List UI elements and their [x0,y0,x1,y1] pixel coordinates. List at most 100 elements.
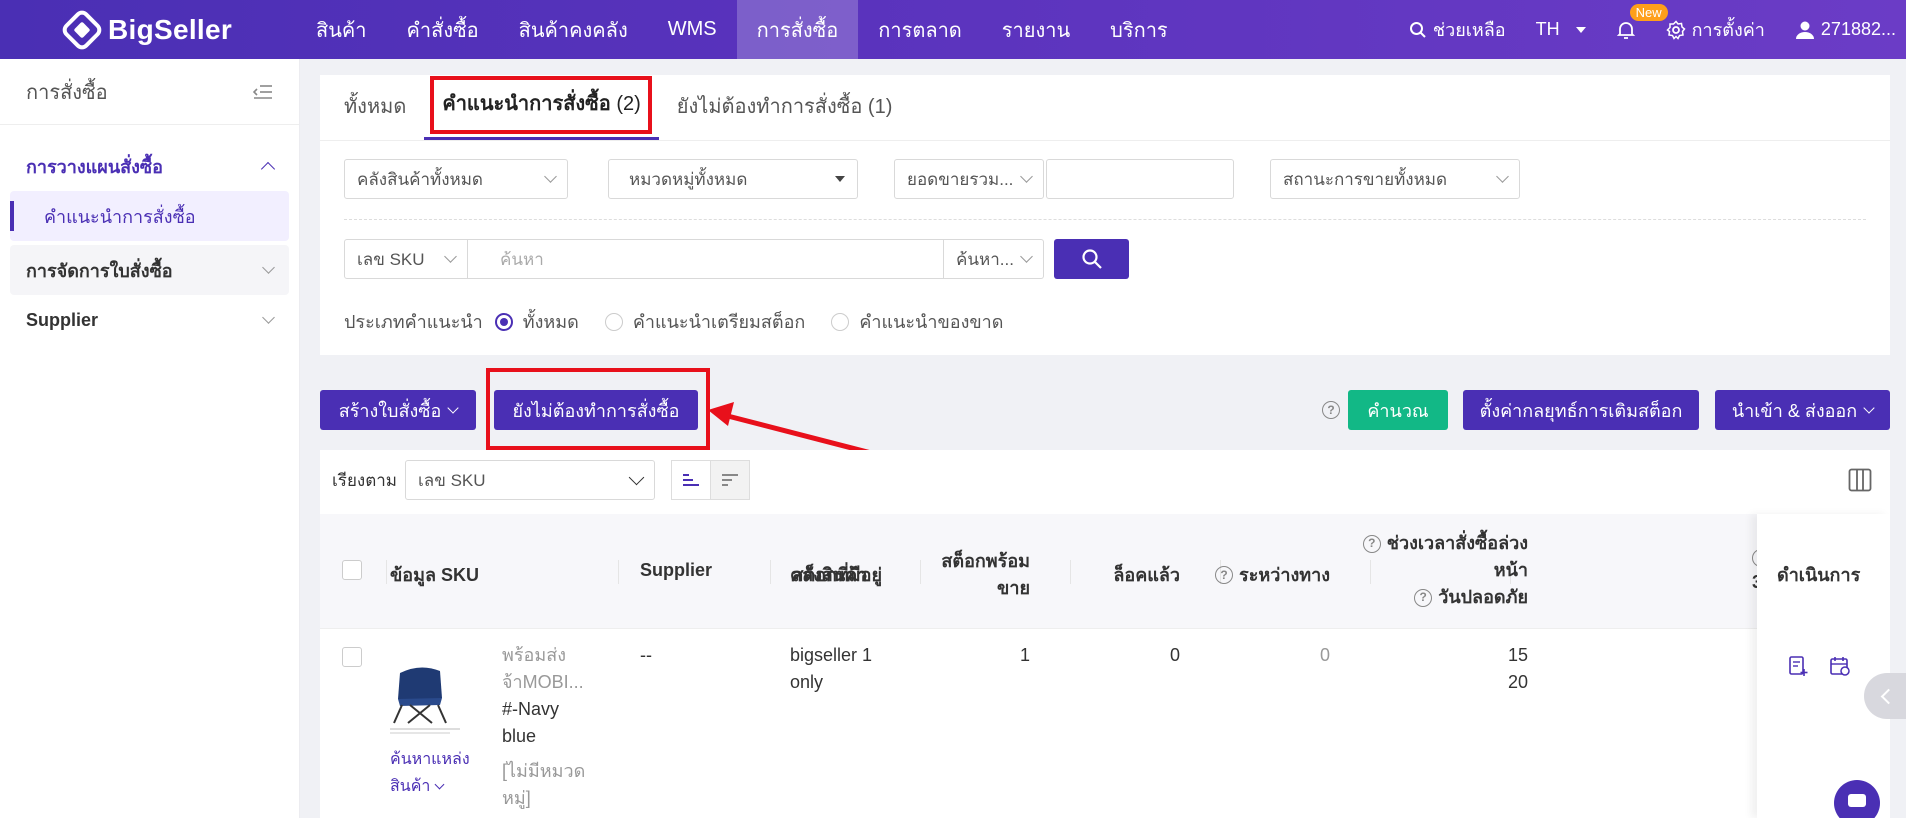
search-input[interactable]: ค้นหา [468,239,944,279]
calendar-settings-icon[interactable] [1829,655,1851,677]
chevron-down-icon [628,469,645,486]
radio-all[interactable]: ทั้งหมด [494,307,579,336]
user-menu[interactable]: 271882... [1795,19,1896,40]
link-line: ค้นหาแหล่ง [390,751,470,768]
no-order-needed-button[interactable]: ยังไม่ต้องทำการสั่งซื้อ [494,390,698,430]
radio-out-of-stock[interactable]: คำแนะนำของขาด [831,307,1003,336]
radio-restock[interactable]: คำแนะนำเตรียมสต็อก [604,307,805,336]
nav-marketing[interactable]: การตลาด [858,0,982,59]
caret-down-icon [1575,26,1586,33]
cell-warehouse: bigseller only [790,642,857,696]
sales-total-input[interactable] [1046,159,1234,199]
column-separator [1070,560,1071,584]
sidebar-group-po-management[interactable]: การจัดการใบสั่งซื้อ [10,245,289,295]
sort-desc-icon [722,474,738,486]
chevron-down-icon [262,261,275,274]
warehouse-filter-value: คลังสินค้าทั้งหมด [357,169,483,189]
help-icon[interactable]: ? [1322,401,1340,419]
sort-descending-button[interactable] [710,460,750,500]
language-select[interactable]: TH [1536,19,1586,40]
cell-in-transit[interactable]: 0 [1320,642,1330,669]
tab-all[interactable]: ทั้งหมด [344,90,424,140]
search-button[interactable] [1054,239,1129,279]
product-title[interactable]: พร้อมส่ง จ้าMOBI... #-Navy blue [ไม่มีหม… [502,642,585,812]
caret-down-icon [835,176,845,182]
create-order-icon[interactable] [1787,655,1809,677]
chat-button[interactable] [1834,780,1880,818]
logo-icon [59,6,105,53]
sales-total-select[interactable]: ยอดขายรวม... [894,159,1044,199]
column-settings-icon[interactable] [1848,468,1872,492]
import-export-button[interactable]: นำเข้า & ส่งออก [1715,390,1890,430]
sort-select[interactable]: เลข SKU [405,460,655,500]
calculate-button[interactable]: คำนวณ [1348,390,1448,430]
no-order-needed-label: ยังไม่ต้องทำการสั่งซื้อ [512,400,680,421]
product-image[interactable] [370,643,470,743]
sidebar-group-supplier[interactable]: Supplier [0,295,299,345]
sales-total-value: ยอดขายรวม... [907,169,1014,189]
help-icon[interactable]: ? [1215,565,1234,584]
category-filter[interactable]: หมวดหมู่ทั้งหมด [608,159,858,199]
radio-label: ทั้งหมด [522,312,579,332]
notification-button[interactable]: New [1616,3,1668,40]
sidebar-item-purchase-recommendation[interactable]: คำแนะนำการสั่งซื้อ [10,191,289,241]
column-separator [386,560,387,584]
find-source-link[interactable]: ค้นหาแหล่ง สินค้า [390,746,470,800]
tab-recommendation[interactable]: คำแนะนำการสั่งซื้อ (2) [424,87,659,140]
restock-strategy-label: ตั้งค่ากลยุทธ์การเติมสต็อก [1479,400,1683,421]
chevron-down-icon [434,779,445,790]
help-link[interactable]: ช่วยเหลือ [1409,15,1506,44]
header-actions: ดำเนินการ [1777,565,1861,585]
nav-inventory[interactable]: สินค้าคงคลัง [499,0,648,59]
row-checkbox[interactable] [342,647,362,667]
nav-wms[interactable]: WMS [648,0,737,59]
radio-button[interactable] [604,312,623,331]
cell-line: 15 [1507,645,1528,665]
chevron-down-icon [1496,170,1509,183]
tab-count: (2) [616,93,641,115]
radio-button-checked[interactable] [494,312,513,331]
restock-strategy-button[interactable]: ตั้งค่ากลยุทธ์การเติมสต็อก [1463,390,1699,430]
sort-ascending-button[interactable] [671,460,711,500]
link-line: สินค้า [390,773,470,800]
table-header: ข้อมูล SKU Supplier คลังสินค้า สต็อกที่ม… [320,514,1890,629]
tab-no-order[interactable]: ยังไม่ต้องทำการสั่งซื้อ (1) [659,90,911,140]
bell-icon [1616,21,1635,39]
main-menu: สินค้า คำสั่งซื้อ สินค้าคงคลัง WMS การสั… [296,0,1188,59]
nav-reports[interactable]: รายงาน [982,0,1090,59]
cell-stock-on-hand: 1 [861,645,872,665]
nav-purchase[interactable]: การสั่งซื้อ [736,0,859,59]
create-po-button[interactable]: สร้างใบสั่งซื้อ [320,390,476,430]
help-icon[interactable]: ? [1414,588,1433,607]
column-separator [770,560,771,584]
header-supplier: Supplier [640,560,713,580]
select-all-checkbox[interactable] [342,560,362,580]
chevron-down-icon [447,401,459,414]
nav-orders[interactable]: คำสั่งซื้อ [387,0,499,59]
help-icon[interactable]: ? [1362,534,1381,553]
cell-line: only [790,672,824,692]
sort-asc-icon [683,474,699,486]
radio-button[interactable] [831,312,850,331]
divider [344,219,1866,220]
side-drawer-toggle[interactable] [1864,673,1906,719]
title-line: พร้อมส่ง [502,645,566,665]
new-badge: New [1629,3,1668,21]
sales-status-filter[interactable]: สถานะการขายทั้งหมด [1270,159,1520,199]
search-mode-select[interactable]: ค้นหา... [944,239,1044,279]
collapse-sidebar-icon[interactable] [253,84,273,100]
search-icon [1081,249,1102,269]
help-label: ช่วยเหลือ [1432,20,1506,40]
header-line: ช่วงเวลาสั่งซื้อล่วง [1386,533,1528,553]
calculate-label: คำนวณ [1367,400,1429,421]
search-icon [1409,21,1426,38]
cell-line: bigseller [790,645,858,665]
warehouse-filter[interactable]: คลังสินค้าทั้งหมด [344,159,568,199]
sidebar-group-purchase-planning[interactable]: การวางแผนสั่งซื้อ [0,141,299,191]
create-po-label: สร้างใบสั่งซื้อ [338,400,442,421]
nav-services[interactable]: บริการ [1090,0,1188,59]
settings-link[interactable]: การตั้งค่า [1665,15,1765,44]
sku-type-select[interactable]: เลข SKU [344,239,468,279]
nav-products[interactable]: สินค้า [296,0,387,59]
brand-logo[interactable]: BigSeller [59,6,296,53]
